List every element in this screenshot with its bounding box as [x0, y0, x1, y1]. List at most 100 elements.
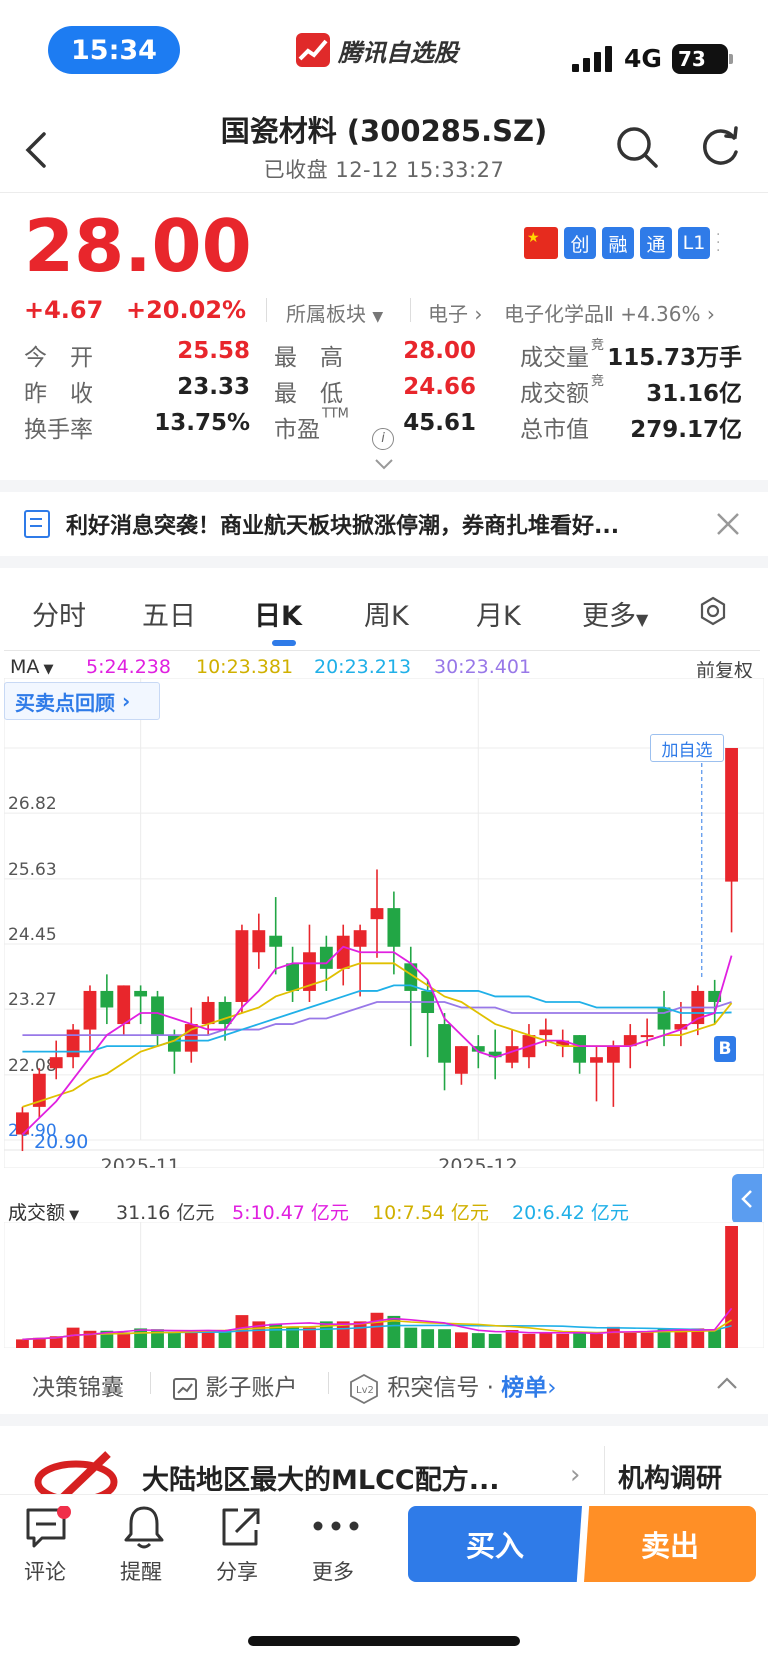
stat-value: 28.00	[403, 338, 476, 364]
network-type: 4G	[624, 44, 662, 73]
comment-button[interactable]	[24, 1505, 72, 1550]
caret-down-icon: ▼	[636, 610, 649, 629]
section-gap	[0, 480, 768, 492]
divider	[266, 298, 267, 322]
stat-value: 24.66	[403, 374, 476, 400]
candle-body	[151, 996, 164, 1036]
signal-rank-button[interactable]: Lv2 积突信号 · 榜单›	[348, 1368, 556, 1405]
y-tick-label: 24.45	[8, 925, 57, 945]
volume-bar	[167, 1331, 181, 1348]
section-gap	[0, 556, 768, 568]
ma5-value: 5:24.238	[86, 656, 171, 678]
signal-icon	[572, 46, 612, 72]
volume-chart[interactable]	[4, 1222, 764, 1348]
candle-body	[505, 1046, 519, 1063]
more-icon[interactable]	[312, 1520, 360, 1532]
tab-five-day[interactable]: 五日	[142, 594, 196, 633]
comment-label[interactable]: 评论	[24, 1556, 66, 1586]
sell-button[interactable]: 卖出	[584, 1506, 756, 1582]
search-icon[interactable]	[616, 126, 660, 170]
stat-value: 23.33	[177, 374, 250, 400]
info-icon[interactable]: i	[372, 428, 394, 450]
volume-bar	[303, 1327, 316, 1348]
buy-button[interactable]: 买入	[408, 1506, 582, 1582]
sector-link[interactable]: 电子 ›	[428, 298, 482, 327]
candle-body	[455, 1046, 468, 1074]
volume-selector[interactable]: 成交额 ▼	[8, 1198, 79, 1225]
more-dots-icon[interactable]: · · ·	[716, 228, 722, 258]
candle-body	[66, 1029, 80, 1058]
chevron-up-icon[interactable]	[716, 1376, 738, 1390]
ma10-value: 10:23.381	[196, 656, 294, 678]
stat-value: 279.17亿	[630, 417, 742, 443]
candle-body	[201, 1001, 215, 1025]
candle-body	[387, 908, 401, 947]
expand-chevron-icon[interactable]	[374, 458, 394, 470]
institution-research-link[interactable]: 机构调研	[618, 1458, 722, 1495]
candle-body	[353, 930, 367, 947]
decision-kit-button[interactable]: 决策锦囊	[32, 1368, 124, 1402]
svg-text:Lv2: Lv2	[356, 1385, 374, 1396]
candle-body	[117, 985, 131, 1025]
chevron-right-icon: ›	[474, 302, 483, 326]
shadow-account-label: 影子账户	[205, 1375, 298, 1401]
chevron-right-icon[interactable]: ›	[570, 1460, 580, 1490]
alert-label[interactable]: 提醒	[120, 1556, 162, 1586]
promo-headline[interactable]: 大陆地区最大的MLCC配方...	[142, 1458, 499, 1497]
share-icon[interactable]	[218, 1504, 262, 1550]
subsector-link[interactable]: 电子化学品Ⅱ +4.36% ›	[504, 298, 715, 327]
share-label[interactable]: 分享	[216, 1556, 258, 1586]
chevron-right-icon: ›	[121, 689, 131, 713]
candle-body	[640, 1035, 654, 1038]
candle-body	[438, 1024, 451, 1063]
volume-bar	[404, 1327, 418, 1348]
tab-daily-k[interactable]: 日K	[254, 594, 302, 633]
volume-bar	[370, 1312, 384, 1348]
sector-dropdown[interactable]: 所属板块 ▼	[286, 298, 383, 327]
tab-weekly-k[interactable]: 周K	[364, 594, 409, 633]
more-label[interactable]: 更多	[312, 1556, 354, 1586]
tab-more[interactable]: 更多▼	[582, 594, 648, 633]
low-price-label: 20.90	[34, 1131, 88, 1153]
volume-bar	[725, 1226, 738, 1348]
ma-selector[interactable]: MA ▼	[10, 656, 54, 678]
price-change-pct: +20.02%	[126, 296, 247, 324]
volume-bar	[16, 1339, 29, 1348]
chevron-right-icon: ›	[706, 302, 715, 326]
level2-icon: Lv2	[350, 1373, 378, 1404]
tab-monthly-k[interactable]: 月K	[476, 594, 521, 633]
y-tick-label: 26.82	[8, 794, 57, 814]
stat-sup-wrap: 竞	[591, 334, 604, 364]
x-tick-label: 2025-12	[438, 1155, 517, 1168]
volume-bar	[488, 1333, 502, 1348]
refresh-icon[interactable]	[700, 126, 742, 168]
badge-tong: 通	[640, 227, 672, 259]
close-icon[interactable]	[716, 512, 740, 536]
stat-sup-wrap: TTM	[322, 406, 349, 432]
badge-level1: L1	[678, 227, 710, 259]
tab-intraday[interactable]: 分时	[32, 594, 86, 633]
buy-sell-review-button[interactable]: 买卖点回顾 ›	[4, 682, 160, 720]
add-watchlist-button[interactable]: 加自选	[650, 734, 724, 762]
bell-icon[interactable]	[122, 1504, 166, 1550]
battery-icon: 73	[672, 44, 733, 74]
candle-body	[606, 1046, 620, 1063]
volume-bar	[117, 1332, 131, 1348]
volume-bar	[573, 1333, 587, 1348]
news-headline[interactable]: 利好消息突袭！商业航天板块掀涨停潮，券商扎堆看好...	[66, 508, 702, 540]
candle-body	[573, 1035, 587, 1063]
badges: ★ 创 融 通 L1 · · ·	[524, 227, 722, 259]
buy-point-marker[interactable]: B	[714, 1036, 736, 1062]
settings-icon[interactable]	[698, 596, 728, 626]
app-logo-icon	[296, 33, 330, 67]
volume-total: 31.16 亿元	[116, 1202, 215, 1224]
shadow-account-button[interactable]: 影子账户	[172, 1368, 297, 1402]
collapse-tab[interactable]	[732, 1174, 762, 1224]
signal-label: 积突信号 ·	[387, 1375, 502, 1401]
stat-value: 31.16亿	[646, 381, 742, 407]
rank-label: 榜单	[501, 1375, 548, 1401]
divider	[410, 298, 411, 322]
volume-ma5: 5:10.47 亿元	[232, 1202, 349, 1224]
chevron-right-icon: ›	[547, 1375, 557, 1401]
candle-body	[725, 748, 738, 882]
